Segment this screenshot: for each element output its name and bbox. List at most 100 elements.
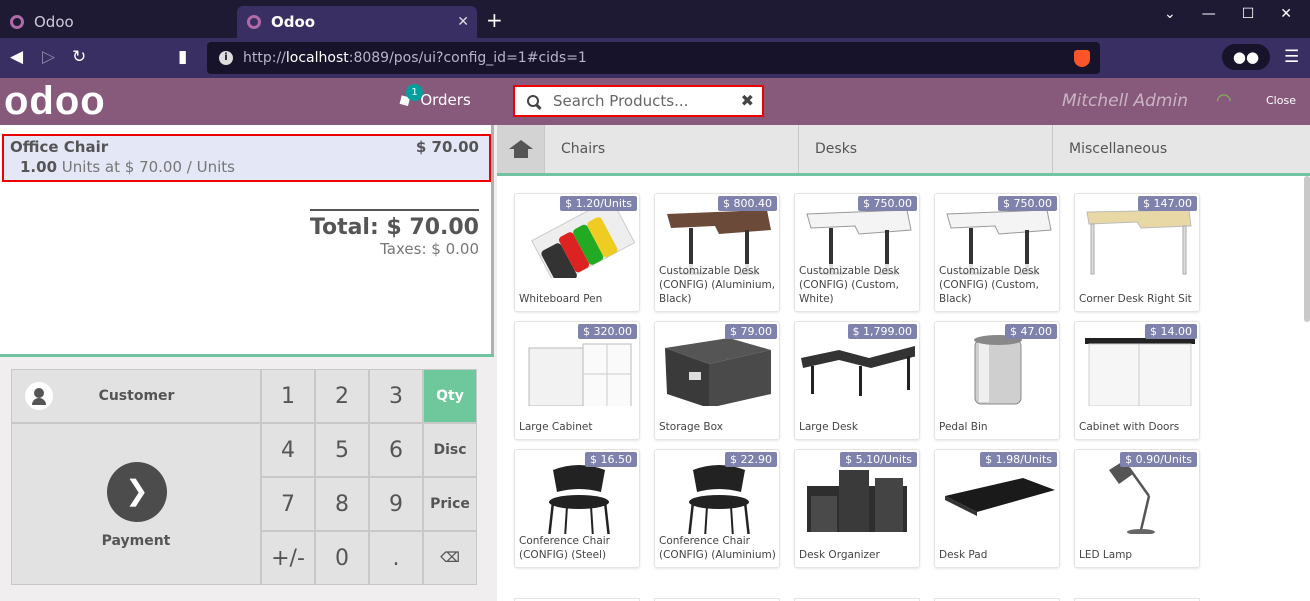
key-5[interactable]: 5 [315, 423, 369, 477]
qty-mode-button[interactable]: Qty [423, 369, 477, 423]
user-icon [25, 382, 53, 410]
minimize-icon[interactable]: — [1202, 6, 1216, 22]
key-1[interactable]: 1 [261, 369, 315, 423]
order-taxes: Taxes: $ 0.00 [380, 240, 479, 258]
bookmark-icon[interactable]: ▮ [178, 47, 187, 67]
key-3[interactable]: 3 [369, 369, 423, 423]
chevron-right-icon: ❯ [107, 462, 167, 522]
product-card[interactable]: $ 22.90 Conference Chair (CONFIG) (Alumin… [655, 450, 779, 567]
pad-image [939, 456, 1055, 534]
key-8[interactable]: 8 [315, 477, 369, 531]
close-button[interactable]: Close [1266, 94, 1296, 107]
site-info-icon[interactable]: i [219, 51, 233, 65]
key-4[interactable]: 4 [261, 423, 315, 477]
home-category-button[interactable] [497, 125, 545, 173]
private-window-icon: ●● [1222, 44, 1270, 70]
product-card[interactable]: $ 1.98/Units Desk Pad [935, 450, 1059, 567]
category-desks[interactable]: Desks [799, 125, 1053, 173]
product-price-tag: $ 1.98/Units [980, 452, 1057, 467]
search-input[interactable] [553, 92, 733, 110]
url-text: http://localhost:8089/pos/ui?config_id=1… [243, 50, 587, 66]
tab-list-icon[interactable]: ⌄ [1164, 6, 1176, 22]
product-card[interactable]: $ 147.00 Corner Desk Right Sit [1075, 194, 1199, 311]
payment-button[interactable]: ❯ Payment [11, 423, 261, 585]
home-icon [508, 140, 533, 158]
product-price-tag: $ 1.20/Units [560, 196, 637, 211]
cabinet-doors-image [1079, 328, 1195, 407]
menu-icon[interactable]: ☰ [1284, 47, 1299, 67]
product-name: Desk Organizer [799, 548, 917, 562]
product-card[interactable]: $ 79.00 Storage Box [655, 322, 779, 439]
product-card[interactable]: $ 5.10/Units Desk Organizer [795, 450, 919, 567]
address-bar[interactable]: i http://localhost:8089/pos/ui?config_id… [207, 42, 1100, 74]
product-name: Pedal Bin [939, 420, 1057, 434]
price-mode-button[interactable]: Price [423, 477, 477, 531]
browser-tab[interactable]: Odoo [0, 6, 236, 38]
product-card[interactable]: $ 14.00 Cabinet with Doors [1075, 322, 1199, 439]
product-search-box: ✖ [513, 85, 764, 117]
numpad: 1 2 3 Qty 4 5 6 Disc 7 8 9 Price +/- 0. ⌫ [261, 369, 477, 585]
key-2[interactable]: 2 [315, 369, 369, 423]
product-name: Customizable Desk (CONFIG) (Custom, Blac… [939, 264, 1057, 306]
lamp-image [1079, 456, 1195, 535]
tab-title: Odoo [34, 13, 74, 31]
product-name: LED Lamp [1079, 548, 1197, 562]
product-card[interactable]: $ 0.90/Units LED Lamp [1075, 450, 1199, 567]
order-summary: Total: $ 70.00 Taxes: $ 0.00 [0, 209, 479, 258]
product-card[interactable]: $ 800.40 Customizable Desk (CONFIG) (Alum… [655, 194, 779, 311]
reload-icon[interactable]: ↻ [72, 47, 86, 67]
product-name: Customizable Desk (CONFIG) (Aluminium, B… [659, 264, 777, 306]
product-card[interactable]: $ 16.50 Conference Chair (CONFIG) (Steel) [515, 450, 639, 567]
product-name: Storage Box [659, 420, 777, 434]
key-0[interactable]: 0 [315, 531, 369, 585]
scrollbar[interactable] [1304, 176, 1310, 322]
browser-tab-active[interactable]: Odoo ✕ [237, 6, 477, 38]
back-icon[interactable]: ◀ [10, 47, 23, 67]
box-image [659, 328, 775, 408]
orders-button[interactable]: ◆ 1 Orders [394, 84, 471, 111]
order-line[interactable]: Office Chair $ 70.00 1.00 Units at $ 70.… [2, 134, 491, 182]
payment-label: Payment [101, 533, 171, 549]
odoo-favicon-icon [247, 15, 261, 29]
new-tab-icon[interactable]: + [486, 10, 503, 30]
maximize-icon[interactable]: ☐ [1242, 6, 1255, 22]
orders-label: Orders [420, 90, 471, 109]
product-card[interactable]: $ 1.20/Units Whiteboard Pen [515, 194, 639, 311]
customer-button[interactable]: Customer [11, 369, 261, 423]
product-card[interactable]: $ 47.00 Pedal Bin [935, 322, 1059, 439]
close-window-icon[interactable]: ✕ [1280, 6, 1292, 22]
plus-minus-button[interactable]: +/- [261, 531, 315, 585]
product-name: Corner Desk Right Sit [1079, 292, 1197, 306]
orders-count-badge: 1 [406, 84, 423, 101]
product-price-tag: $ 750.00 [858, 196, 917, 211]
product-price-tag: $ 320.00 [578, 324, 637, 339]
clear-search-icon[interactable]: ✖ [741, 91, 754, 110]
key-6[interactable]: 6 [369, 423, 423, 477]
key-9[interactable]: 9 [369, 477, 423, 531]
cashier-name[interactable]: Mitchell Admin [1062, 91, 1188, 111]
products-pane: Chairs Desks Miscellaneous $ 1.20/Units W… [497, 125, 1310, 601]
control-pad: Customer ❯ Payment 1 2 3 Qty 4 5 6 Disc 7 8 9 Price… [0, 354, 494, 601]
product-price-tag: $ 14.00 [1145, 324, 1197, 339]
product-card[interactable]: $ 1,799.00 Large Desk [795, 322, 919, 439]
discount-mode-button[interactable]: Disc [423, 423, 477, 477]
category-miscellaneous[interactable]: Miscellaneous [1053, 125, 1307, 173]
cabinet-image [519, 328, 635, 409]
product-card[interactable]: $ 750.00 Customizable Desk (CONFIG) (Cust… [935, 194, 1059, 311]
product-name: Large Cabinet [519, 420, 637, 434]
customer-label: Customer [98, 388, 175, 404]
backspace-button[interactable]: ⌫ [423, 531, 477, 585]
product-card[interactable]: $ 320.00 Large Cabinet [515, 322, 639, 439]
product-name: Desk Pad [939, 548, 1057, 562]
odoo-favicon-icon [10, 15, 24, 29]
wifi-icon: ◠ [1216, 90, 1232, 111]
product-card[interactable]: $ 750.00 Customizable Desk (CONFIG) (Cust… [795, 194, 919, 311]
decimal-button[interactable]: . [369, 531, 423, 585]
category-chairs[interactable]: Chairs [545, 125, 799, 173]
forward-icon[interactable]: ▷ [42, 47, 55, 67]
chair-image [659, 456, 775, 539]
close-tab-icon[interactable]: ✕ [457, 14, 469, 30]
category-bar: Chairs Desks Miscellaneous [497, 125, 1310, 176]
key-7[interactable]: 7 [261, 477, 315, 531]
brave-shields-icon[interactable] [1074, 50, 1090, 67]
